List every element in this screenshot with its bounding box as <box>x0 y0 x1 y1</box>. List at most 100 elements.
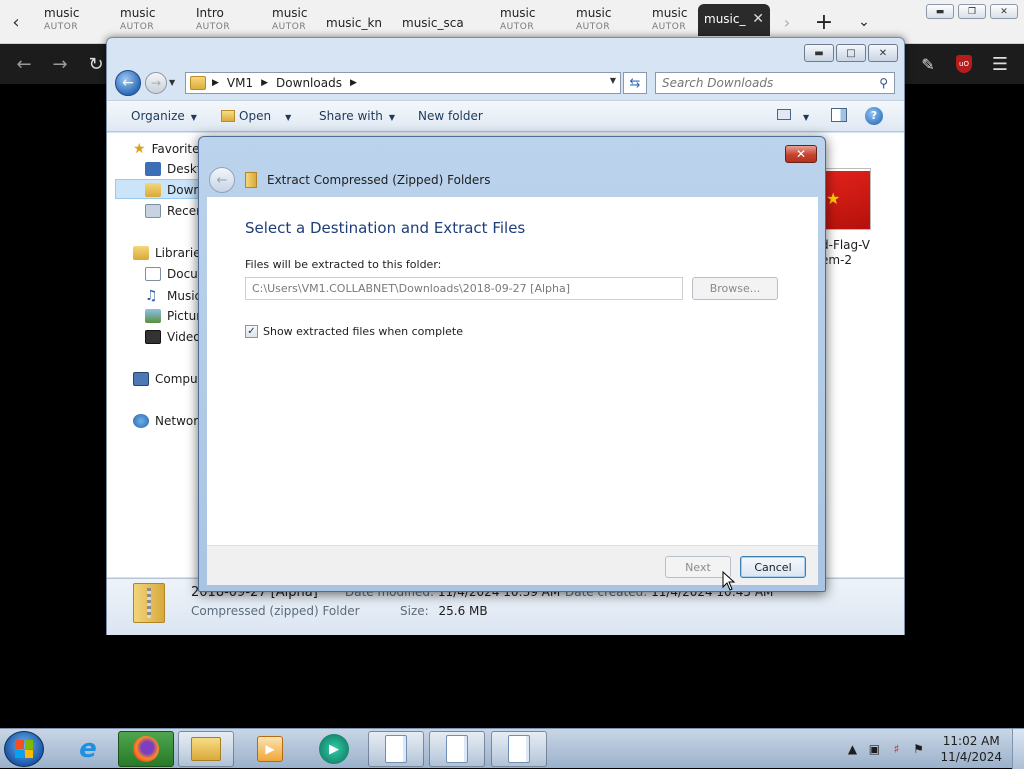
taskbar-internet-explorer[interactable]: e <box>60 731 116 767</box>
address-bar[interactable]: ▶ VM1 ▶ Downloads ▶ ▼ <box>185 72 621 94</box>
taskbar-document[interactable] <box>368 731 424 767</box>
reload-icon[interactable]: ↻ <box>84 52 108 76</box>
network-tray-icon[interactable]: ▣ <box>866 741 882 757</box>
chevron-down-icon: ▼ <box>190 113 197 122</box>
nav-forward-button[interactable]: → <box>145 72 167 94</box>
browser-tab[interactable]: music AUTOR <box>570 6 644 38</box>
taskbar-firefox[interactable] <box>118 731 174 767</box>
taskbar-document[interactable] <box>429 731 485 767</box>
volume-muted-icon[interactable]: ♯ <box>888 741 904 757</box>
file-label[interactable]: d-Flag-V em-2 <box>821 238 891 268</box>
breadcrumb-downloads[interactable]: Downloads <box>276 76 342 90</box>
browser-tab[interactable]: music AUTOR <box>114 6 188 38</box>
host-close-button[interactable]: ✕ <box>990 4 1018 19</box>
browser-tab[interactable]: music_kn <box>320 6 394 38</box>
refresh-button[interactable]: ⇆ <box>623 72 647 94</box>
cancel-button[interactable]: Cancel <box>740 556 806 578</box>
show-hidden-icons-icon[interactable]: ▲ <box>844 741 860 757</box>
flag-image-thumbnail[interactable]: ★ <box>821 168 871 230</box>
taskbar-explorer[interactable] <box>178 731 234 767</box>
host-minimize-button[interactable]: ▬ <box>926 4 954 19</box>
browser-tab[interactable]: music AUTOR <box>38 6 112 38</box>
tab-strip-back-icon[interactable]: ‹ <box>4 8 28 36</box>
preview-pane-button[interactable] <box>831 108 847 125</box>
show-extracted-label[interactable]: Show extracted files when complete <box>263 325 463 338</box>
close-button[interactable]: ✕ <box>868 44 898 62</box>
back-arrow-icon[interactable]: ← <box>12 52 36 76</box>
browser-tab[interactable]: music_sca <box>396 6 470 38</box>
taskbar-document[interactable] <box>491 731 547 767</box>
nav-libraries[interactable]: Libraries <box>133 246 207 260</box>
nav-recent[interactable]: Recen <box>145 204 204 218</box>
nav-favorites[interactable]: ★ Favorites <box>133 141 206 157</box>
menu-hamburger-icon[interactable]: ☰ <box>988 52 1012 76</box>
new-folder-button[interactable]: New folder <box>418 109 483 123</box>
browse-button[interactable]: Browse... <box>692 277 778 300</box>
tab-close-icon[interactable]: ✕ <box>752 12 764 26</box>
nav-back-button[interactable]: ← <box>115 70 141 96</box>
network-icon <box>133 414 149 428</box>
change-view-button[interactable]: ▼ <box>777 109 809 123</box>
clock[interactable]: 11:02 AM 11/4/2024 <box>940 733 1002 765</box>
breadcrumb-separator-icon[interactable]: ▶ <box>350 78 357 88</box>
forward-arrow-icon[interactable]: → <box>48 52 72 76</box>
extensions-icon[interactable]: ✎ <box>916 52 940 76</box>
tab-subtitle: AUTOR <box>576 22 611 32</box>
folder-icon <box>190 76 206 90</box>
taskbar-media-player[interactable]: ▶ <box>242 731 298 767</box>
dialog-close-button[interactable]: ✕ <box>785 145 817 163</box>
help-button[interactable]: ? <box>865 107 883 125</box>
nav-label: Comput <box>155 372 203 386</box>
nav-music[interactable]: ♫ Music <box>145 288 201 304</box>
search-box[interactable]: ⚲ <box>655 72 895 94</box>
host-restore-button[interactable]: ❐ <box>958 4 986 19</box>
tab-title: music <box>120 6 156 20</box>
document-icon <box>446 735 468 763</box>
new-tab-button[interactable]: + <box>810 8 838 36</box>
browser-tab[interactable]: Intro AUTOR <box>190 6 264 38</box>
mouse-pointer-icon <box>722 571 736 591</box>
taskbar-app[interactable]: ▶ <box>306 731 362 767</box>
ublock-icon[interactable]: uO <box>952 52 976 76</box>
recent-places-icon <box>145 204 161 218</box>
tab-list-chevron-icon[interactable]: ⌄ <box>850 8 878 36</box>
tab-scroll-right-icon[interactable]: › <box>776 8 798 36</box>
open-menu[interactable]: Open ▼ <box>221 109 291 123</box>
search-input[interactable] <box>656 73 866 93</box>
extract-dialog: ✕ ← Extract Compressed (Zipped) Folders … <box>198 136 826 592</box>
system-tray: ▲ ▣ ♯ ⚑ 11:02 AM 11/4/2024 <box>844 729 1024 769</box>
action-center-flag-icon[interactable]: ⚑ <box>910 741 926 757</box>
show-extracted-checkbox[interactable]: ✓ <box>245 325 258 338</box>
destination-path-input[interactable] <box>245 277 683 300</box>
explorer-navigation-bar: ← → ▼ ▶ VM1 ▶ Downloads ▶ ▼ ⇆ ⚲ <box>107 68 904 98</box>
dialog-title: Extract Compressed (Zipped) Folders <box>267 173 491 187</box>
downloads-folder-icon <box>145 183 161 197</box>
nav-computer[interactable]: Comput <box>133 372 202 386</box>
preview-pane-icon <box>831 108 847 122</box>
nav-network[interactable]: Network <box>133 414 205 428</box>
open-label: Open <box>239 109 272 123</box>
breadcrumb-vm1[interactable]: VM1 <box>227 76 253 90</box>
browser-tab[interactable]: music AUTOR <box>494 6 568 38</box>
nav-downloads[interactable]: Downl <box>145 183 204 197</box>
dialog-back-button[interactable]: ← <box>209 167 235 193</box>
maximize-button[interactable]: □ <box>836 44 866 62</box>
address-history-dropdown-icon[interactable]: ▼ <box>610 76 616 85</box>
start-button[interactable] <box>4 731 44 767</box>
browser-tab-active[interactable]: music_ ✕ <box>698 4 770 36</box>
taskbar: e ▶ ▶ ▲ ▣ ♯ ⚑ 11:02 AM 11/4/2024 <box>0 728 1024 769</box>
nav-documents[interactable]: Docun <box>145 267 205 281</box>
minimize-button[interactable]: ▬ <box>804 44 834 62</box>
breadcrumb-separator-icon[interactable]: ▶ <box>261 78 268 88</box>
explorer-caption-buttons: ▬ □ ✕ <box>804 44 898 62</box>
search-icon[interactable]: ⚲ <box>879 76 888 90</box>
document-icon <box>385 735 407 763</box>
new-folder-label: New folder <box>418 109 483 123</box>
recent-pages-dropdown-icon[interactable]: ▼ <box>169 78 179 88</box>
tab-title: music_ <box>704 12 746 26</box>
organize-menu[interactable]: Organize ▼ <box>131 109 197 123</box>
show-desktop-button[interactable] <box>1012 729 1024 769</box>
tab-subtitle: AUTOR <box>120 22 155 32</box>
share-with-menu[interactable]: Share with ▼ <box>319 109 395 123</box>
organize-label: Organize <box>131 109 185 123</box>
